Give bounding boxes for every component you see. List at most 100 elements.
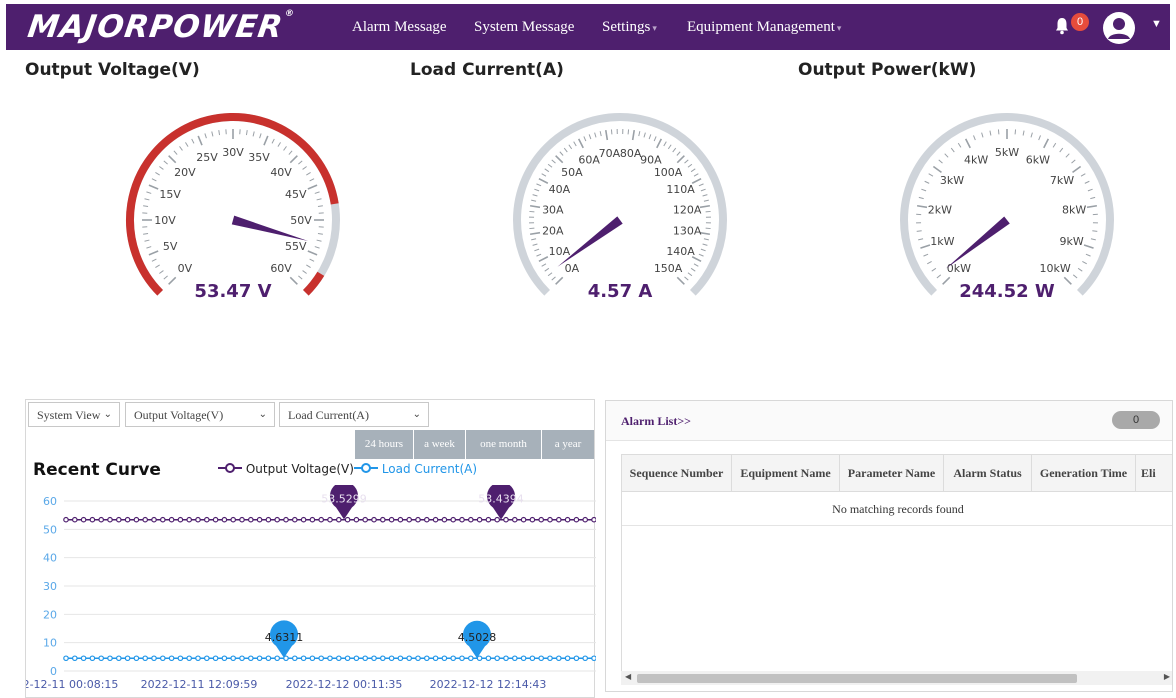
series-point[interactable] — [291, 516, 298, 523]
series-point[interactable] — [248, 655, 254, 662]
series-point[interactable] — [300, 655, 307, 662]
series-point[interactable] — [547, 655, 553, 662]
series-point[interactable] — [221, 655, 228, 662]
series-point[interactable] — [80, 516, 87, 523]
series-point[interactable] — [239, 516, 245, 523]
series-point[interactable] — [555, 655, 562, 662]
series-point[interactable] — [459, 655, 465, 662]
series-point[interactable] — [511, 655, 518, 662]
series-point[interactable] — [485, 655, 492, 662]
series-point[interactable] — [300, 516, 307, 523]
series-point[interactable] — [133, 516, 140, 523]
series-point[interactable] — [63, 655, 69, 662]
series-point[interactable] — [529, 655, 536, 662]
series-point[interactable] — [564, 516, 571, 523]
series-point[interactable] — [186, 655, 193, 662]
series-point[interactable] — [318, 516, 325, 523]
series-point[interactable] — [476, 655, 483, 662]
series-point[interactable] — [265, 516, 272, 523]
legend-load-current[interactable]: Load Current(A) — [354, 462, 477, 476]
series-point[interactable] — [89, 655, 96, 662]
series-point[interactable] — [98, 516, 105, 523]
series-point[interactable] — [353, 516, 360, 523]
series-point[interactable] — [256, 516, 263, 523]
series-point[interactable] — [63, 516, 69, 523]
series-point[interactable] — [591, 516, 596, 523]
series-point[interactable] — [415, 655, 421, 662]
series-point[interactable] — [388, 655, 395, 662]
series-point[interactable] — [89, 516, 96, 523]
series-point[interactable] — [327, 655, 333, 662]
series-point[interactable] — [195, 655, 201, 662]
range-month-button[interactable]: one month — [466, 430, 541, 459]
nav-equipment-management-dropdown[interactable]: Equipment Management ▾ — [687, 19, 841, 36]
series-point[interactable] — [555, 516, 562, 523]
series-point[interactable] — [142, 516, 149, 523]
series-point[interactable] — [133, 655, 140, 662]
series-point[interactable] — [379, 516, 386, 523]
column-generation-time[interactable]: Generation Time — [1032, 455, 1136, 492]
series-point[interactable] — [204, 655, 210, 662]
column-sequence-number[interactable]: Sequence Number — [622, 455, 732, 492]
series-point[interactable] — [547, 516, 553, 523]
nav-settings-dropdown[interactable]: Settings ▾ — [602, 19, 657, 36]
series-point[interactable] — [195, 516, 201, 523]
series-point[interactable] — [124, 655, 131, 662]
series-point[interactable] — [371, 516, 377, 523]
series-point[interactable] — [573, 516, 580, 523]
series-point[interactable] — [344, 516, 351, 523]
series-point[interactable] — [274, 516, 281, 523]
bell-icon[interactable] — [1054, 16, 1070, 36]
column-eli-truncated[interactable]: Eli — [1136, 455, 1172, 492]
series-point[interactable] — [124, 516, 131, 523]
scroll-left-arrow-icon[interactable]: ◀ — [625, 672, 631, 681]
series-point[interactable] — [388, 516, 395, 523]
series-point[interactable] — [160, 516, 166, 523]
series-point[interactable] — [344, 655, 351, 662]
series-point[interactable] — [467, 516, 474, 523]
series-point[interactable] — [362, 516, 369, 523]
series-point[interactable] — [494, 516, 501, 523]
series-point[interactable] — [503, 516, 509, 523]
series-point[interactable] — [441, 516, 448, 523]
series-point[interactable] — [406, 655, 413, 662]
series-point[interactable] — [406, 516, 413, 523]
series1-select[interactable]: Output Voltage(V) ⌄ — [125, 402, 275, 427]
series-point[interactable] — [476, 516, 483, 523]
series-point[interactable] — [212, 655, 219, 662]
nav-alarm-message[interactable]: Alarm Message — [352, 19, 447, 36]
nav-system-message[interactable]: System Message — [474, 19, 574, 36]
series-point[interactable] — [327, 516, 333, 523]
series-point[interactable] — [529, 516, 536, 523]
series-point[interactable] — [116, 655, 122, 662]
series-point[interactable] — [423, 516, 430, 523]
column-alarm-status[interactable]: Alarm Status — [944, 455, 1032, 492]
series-point[interactable] — [371, 655, 377, 662]
series-point[interactable] — [80, 655, 87, 662]
series-point[interactable] — [168, 655, 175, 662]
series-point[interactable] — [309, 655, 316, 662]
series-point[interactable] — [520, 655, 527, 662]
series-point[interactable] — [151, 655, 157, 662]
series-point[interactable] — [71, 516, 78, 523]
series-point[interactable] — [582, 516, 589, 523]
series-point[interactable] — [362, 655, 369, 662]
scroll-right-arrow-icon[interactable]: ▶ — [1164, 672, 1170, 681]
series-point[interactable] — [538, 516, 545, 523]
horizontal-scrollbar[interactable]: ◀ ▶ — [621, 671, 1172, 685]
series-point[interactable] — [538, 655, 545, 662]
legend-output-voltage[interactable]: Output Voltage(V) — [218, 462, 354, 476]
range-week-button[interactable]: a week — [414, 430, 465, 459]
series-point[interactable] — [564, 655, 571, 662]
series-point[interactable] — [379, 655, 386, 662]
series-point[interactable] — [274, 655, 281, 662]
series-point[interactable] — [441, 655, 448, 662]
column-parameter-name[interactable]: Parameter Name — [840, 455, 944, 492]
series-point[interactable] — [142, 655, 149, 662]
series-point[interactable] — [450, 655, 457, 662]
series-point[interactable] — [335, 655, 342, 662]
series-point[interactable] — [116, 516, 122, 523]
brand-logo[interactable]: MAJORPOWER® — [25, 9, 295, 45]
range-24-hours-button[interactable]: 24 hours — [355, 430, 413, 459]
alarm-list-link[interactable]: Alarm List>> — [621, 414, 691, 429]
